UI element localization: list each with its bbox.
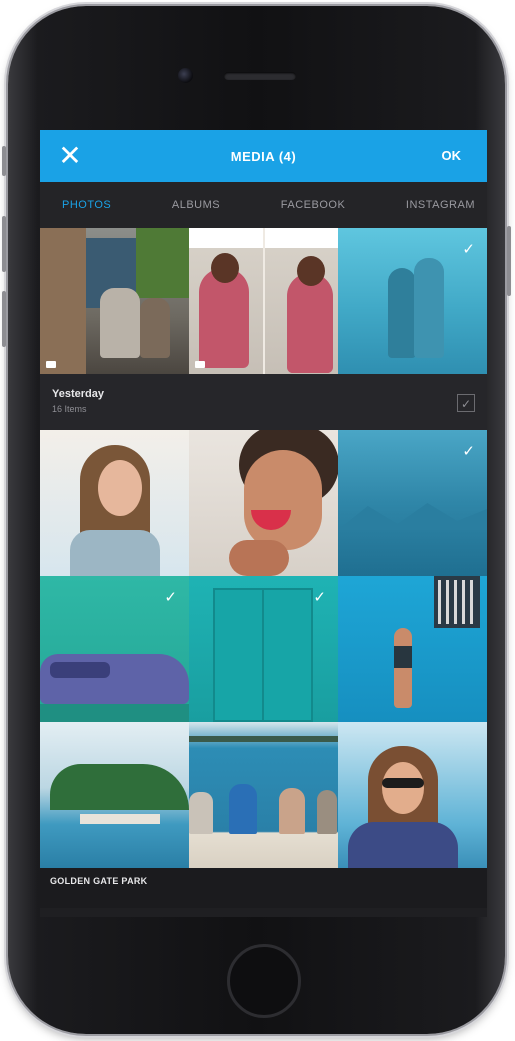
tab-facebook[interactable]: FACEBOOK xyxy=(281,199,346,211)
photo-tile-two-women[interactable] xyxy=(189,228,338,374)
app-header: ✕ MEDIA (4) OK xyxy=(40,130,487,182)
section-title: Yesterday xyxy=(52,388,104,400)
photo-tile-woman-sunglasses[interactable] xyxy=(338,722,487,868)
mute-switch xyxy=(2,146,6,176)
video-icon xyxy=(46,361,56,368)
power-button xyxy=(507,226,511,296)
photo-tile-people-at-sea[interactable] xyxy=(189,722,338,868)
checkmark-icon: ✓ xyxy=(462,240,475,258)
source-tabs: PHOTOS ALBUMS FACEBOOK INSTAGRAM xyxy=(40,182,487,228)
location-title: GOLDEN GATE PARK xyxy=(50,876,148,886)
photo-tile-vintage-car[interactable]: ✓ xyxy=(40,576,189,722)
section-header-location: GOLDEN GATE PARK xyxy=(40,868,487,908)
photo-tile-blue-wall[interactable] xyxy=(338,576,487,722)
earpiece-speaker xyxy=(224,72,296,80)
home-button[interactable] xyxy=(227,944,301,1018)
photo-row: ✓ xyxy=(40,430,487,576)
photo-tile-woman-smiling[interactable] xyxy=(189,430,338,576)
close-icon[interactable]: ✕ xyxy=(56,142,84,170)
front-camera xyxy=(178,68,193,83)
checkmark-icon: ✓ xyxy=(164,588,177,606)
photo-row xyxy=(40,722,487,868)
checkmark-icon: ✓ xyxy=(313,588,326,606)
photo-tile-guitar-player[interactable] xyxy=(40,228,189,374)
app-screen: ✕ MEDIA (4) OK PHOTOS ALBUMS FACEBOOK IN… xyxy=(40,130,487,917)
photo-tile-couple-beach[interactable]: ✓ xyxy=(338,228,487,374)
photo-row: ✓ xyxy=(40,228,487,374)
photo-tile-palm-trees[interactable] xyxy=(40,722,189,868)
volume-up-button xyxy=(2,216,6,272)
select-all-checkbox[interactable]: ✓ xyxy=(457,394,475,412)
tab-albums[interactable]: ALBUMS xyxy=(172,199,220,211)
photo-tile-woman-laughing[interactable] xyxy=(40,430,189,576)
ok-button[interactable]: OK xyxy=(442,148,462,163)
photo-tile-mountain-lake[interactable]: ✓ xyxy=(338,430,487,576)
section-count: 16 Items xyxy=(52,404,87,414)
tab-instagram[interactable]: INSTAGRAM xyxy=(406,199,475,211)
video-icon xyxy=(195,361,205,368)
photo-row: ✓ ✓ xyxy=(40,576,487,722)
checkmark-icon: ✓ xyxy=(462,442,475,460)
volume-down-button xyxy=(2,291,6,347)
section-header-yesterday: Yesterday 16 Items ✓ xyxy=(40,374,487,430)
photo-tile-teal-door[interactable]: ✓ xyxy=(189,576,338,722)
page-title: MEDIA (4) xyxy=(230,148,297,164)
tab-photos[interactable]: PHOTOS xyxy=(62,199,111,211)
